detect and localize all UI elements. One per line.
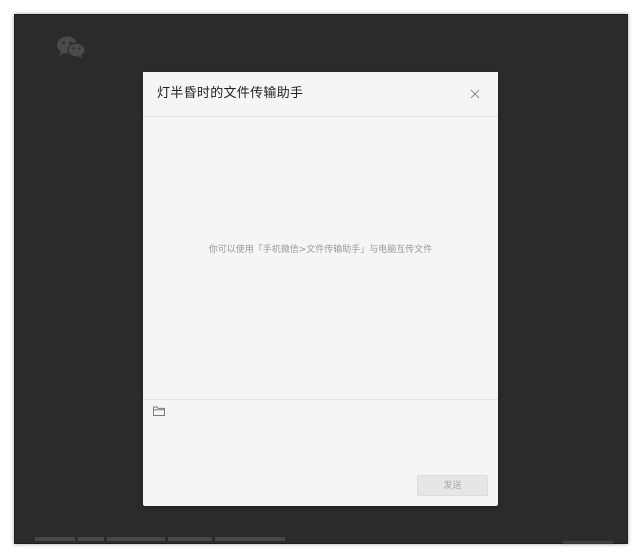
input-divider [143,399,498,400]
screenshot-canvas: 灯半昏时的文件传输助手 你可以使用「手机微信>文件传输助手」与电脑互传文件 发送 [0,0,640,557]
wechat-logo-icon [57,36,86,59]
message-area: 你可以使用「手机微信>文件传输助手」与电脑互传文件 [143,117,498,399]
file-transfer-dialog: 灯半昏时的文件传输助手 你可以使用「手机微信>文件传输助手」与电脑互传文件 发送 [143,72,498,506]
dialog-header: 灯半昏时的文件传输助手 [143,72,498,117]
folder-icon[interactable] [152,405,166,417]
footer-status-bar [35,537,295,545]
send-button[interactable]: 发送 [417,475,488,496]
footer-status-bar-right [563,541,613,545]
close-icon[interactable] [468,87,482,101]
input-toolbar [152,405,172,419]
message-input[interactable] [152,424,489,468]
dialog-title: 灯半昏时的文件传输助手 [157,86,304,101]
empty-hint-text: 你可以使用「手机微信>文件传输助手」与电脑互传文件 [208,245,433,255]
